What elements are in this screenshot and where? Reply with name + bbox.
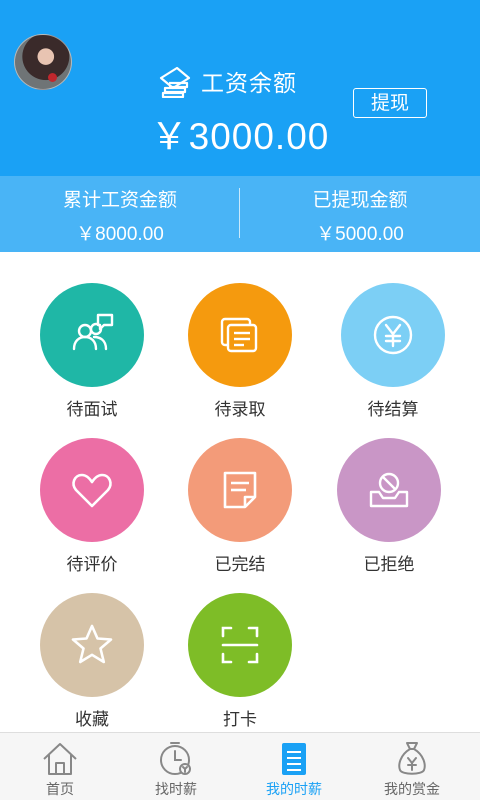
tab-my-hourly[interactable]: 我的时薪 xyxy=(234,733,354,801)
pending-interview-circle[interactable] xyxy=(40,283,144,387)
bottom-tab-bar: 首页 找时薪 我的时薪 我的赏金 xyxy=(0,732,480,800)
grid-item-favorites[interactable]: 收藏 xyxy=(17,593,167,730)
rejected-circle[interactable] xyxy=(337,438,441,542)
grid-item-completed[interactable]: 已完结 xyxy=(165,438,315,575)
pending-admission-label: 待录取 xyxy=(214,400,266,420)
total-salary-label: 累计工资金额 xyxy=(62,189,177,211)
stats-divider xyxy=(239,188,240,238)
withdrawn-label: 已提现金额 xyxy=(312,189,408,211)
pending-review-circle[interactable] xyxy=(40,438,144,542)
note-icon xyxy=(223,471,257,509)
check-in-circle[interactable] xyxy=(188,593,292,697)
withdrawn-value: ￥5000.00 xyxy=(316,224,404,245)
grid-item-pending-review[interactable]: 待评价 xyxy=(17,438,167,575)
favorites-label: 收藏 xyxy=(75,710,109,730)
rejected-box-icon xyxy=(369,472,409,508)
stats-bar: 累计工资金额 ￥8000.00 已提现金额 ￥5000.00 xyxy=(0,176,480,252)
tab-my-hourly-label: 我的时薪 xyxy=(266,782,322,798)
pending-interview-label: 待面试 xyxy=(66,400,118,420)
rejected-label: 已拒绝 xyxy=(363,555,415,575)
star-icon xyxy=(71,624,113,664)
total-salary-stat: 累计工资金额 ￥8000.00 xyxy=(0,176,240,252)
money-bag-icon xyxy=(398,742,426,775)
tab-my-bounty[interactable]: 我的赏金 xyxy=(352,733,472,801)
tab-home-label: 首页 xyxy=(46,782,74,798)
interview-icon xyxy=(72,313,114,351)
balance-amount: ￥3000.00 xyxy=(150,116,330,157)
withdrawn-stat: 已提现金额 ￥5000.00 xyxy=(240,176,480,252)
tab-find-hourly-label: 找时薪 xyxy=(155,782,197,798)
wallet-header: 工资余额 提现 ￥3000.00 xyxy=(0,0,480,176)
yen-coin-icon xyxy=(373,315,413,355)
balance-title-row: 工资余额 xyxy=(155,63,297,99)
favorites-circle[interactable] xyxy=(40,593,144,697)
avatar[interactable] xyxy=(14,34,72,90)
completed-label: 已完结 xyxy=(214,555,266,575)
completed-circle[interactable] xyxy=(188,438,292,542)
grid-item-rejected[interactable]: 已拒绝 xyxy=(314,438,464,575)
document-stack-icon xyxy=(220,317,258,353)
pending-settlement-circle[interactable] xyxy=(341,283,445,387)
list-doc-icon xyxy=(282,743,306,775)
home-icon xyxy=(43,743,77,775)
pending-admission-circle[interactable] xyxy=(188,283,292,387)
tab-home[interactable]: 首页 xyxy=(0,733,120,801)
grid-item-pending-interview[interactable]: 待面试 xyxy=(17,283,167,420)
avatar-accent xyxy=(48,73,57,82)
grid-item-pending-admission[interactable]: 待录取 xyxy=(165,283,315,420)
pending-settlement-label: 待结算 xyxy=(367,400,419,420)
heart-icon xyxy=(72,473,112,508)
pending-review-label: 待评价 xyxy=(66,555,118,575)
total-salary-value: ￥8000.00 xyxy=(76,224,164,245)
scan-icon xyxy=(221,626,259,664)
balance-title: 工资余额 xyxy=(201,71,297,97)
check-in-label: 打卡 xyxy=(223,710,257,730)
tab-find-hourly[interactable]: 找时薪 xyxy=(116,733,236,801)
tab-my-bounty-label: 我的赏金 xyxy=(384,782,440,798)
clock-icon xyxy=(160,742,191,775)
grid-item-check-in[interactable]: 打卡 xyxy=(165,593,315,730)
grid-item-pending-settlement[interactable]: 待结算 xyxy=(318,283,468,420)
coins-icon xyxy=(159,66,191,98)
